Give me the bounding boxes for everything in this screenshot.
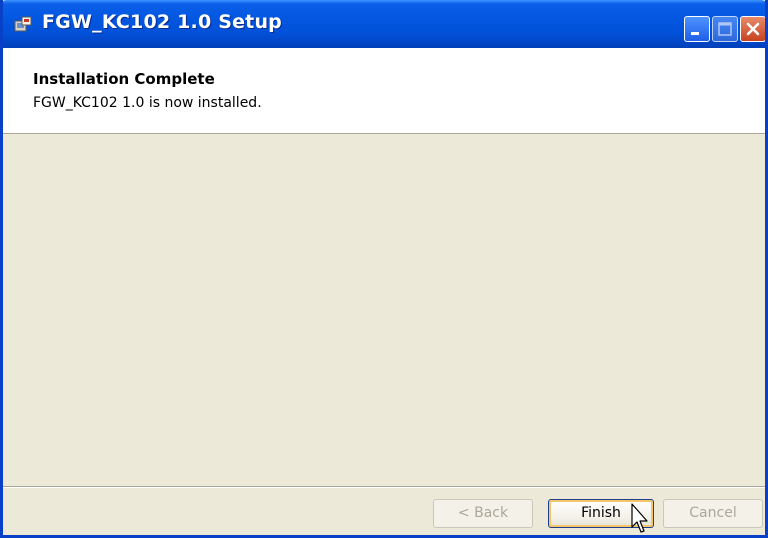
header-banner: Installation Complete FGW_KC102 1.0 is n… (3, 48, 765, 134)
window-title: FGW_KC102 1.0 Setup (42, 11, 282, 33)
title-bar[interactable]: FGW_KC102 1.0 Setup (3, 0, 765, 48)
back-button: < Back (433, 499, 533, 528)
content-area (3, 134, 765, 486)
close-button[interactable] (740, 16, 765, 42)
cancel-button: Cancel (663, 499, 763, 528)
maximize-button (712, 16, 738, 42)
page-subtitle: FGW_KC102 1.0 is now installed. (33, 95, 262, 111)
footer-divider (3, 486, 765, 488)
minimize-button[interactable] (684, 16, 710, 42)
minimize-icon (691, 32, 699, 35)
setup-window: FGW_KC102 1.0 Setup Installation Complet… (0, 0, 768, 538)
close-icon (746, 22, 760, 36)
installer-icon (14, 15, 32, 33)
page-title: Installation Complete (33, 70, 215, 88)
mouse-pointer-icon (631, 503, 648, 533)
maximize-icon (718, 22, 732, 36)
